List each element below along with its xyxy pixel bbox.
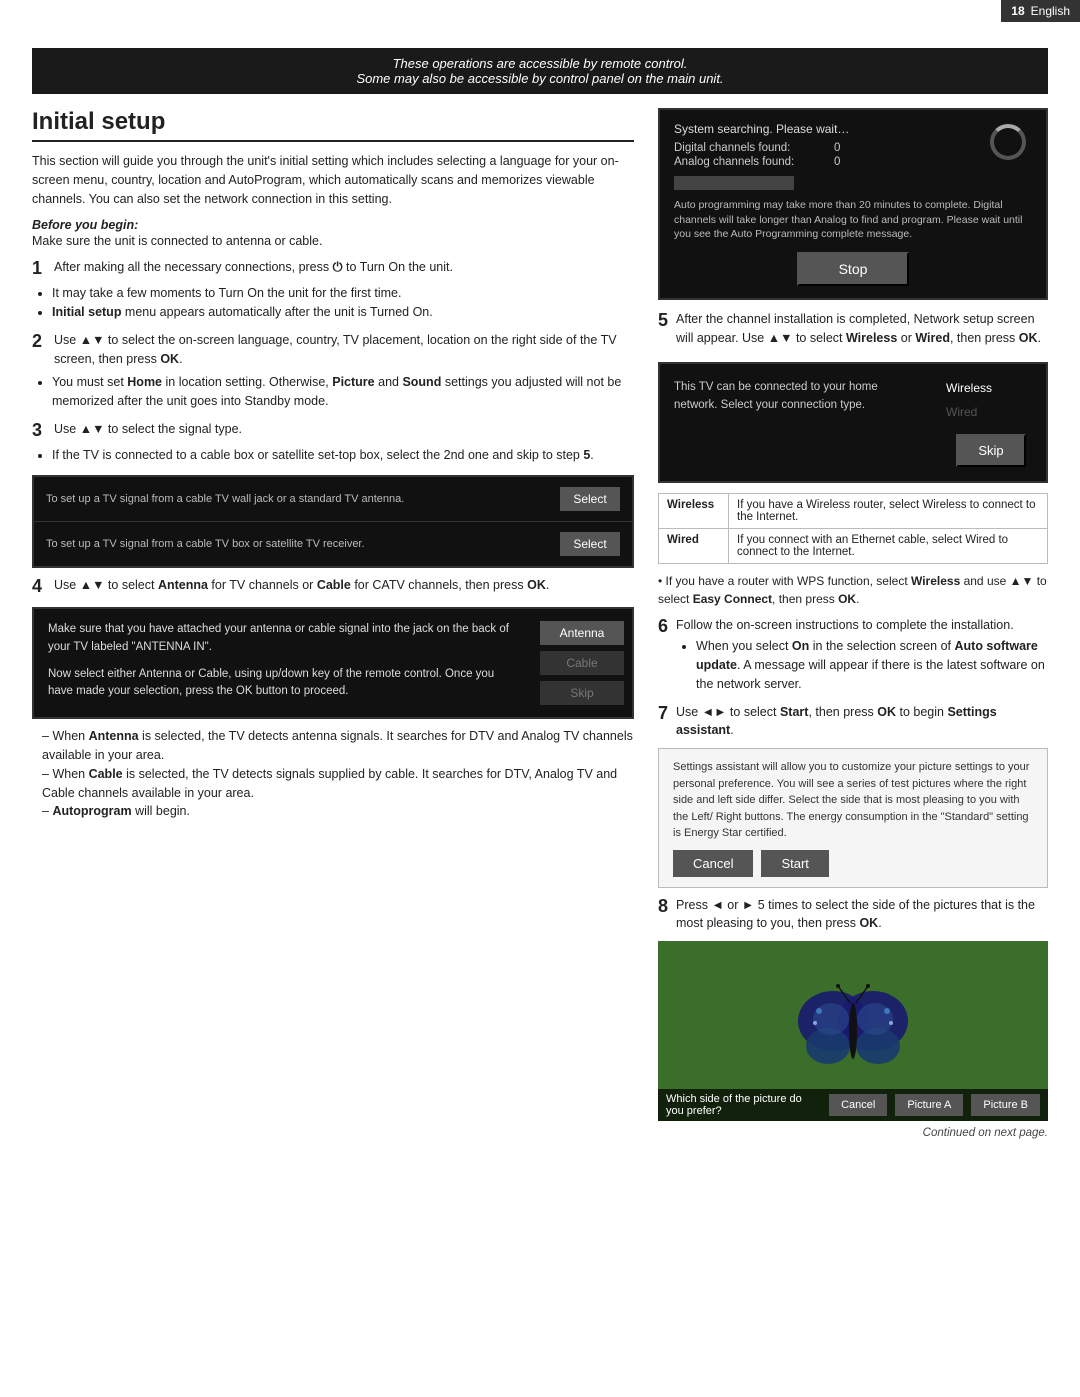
settings-screen-desc: Settings assistant will allow you to cus… xyxy=(673,761,1029,839)
page-number: 18 xyxy=(1011,4,1024,18)
stop-button[interactable]: Stop xyxy=(797,252,910,286)
settings-assistant-screen: Settings assistant will allow you to cus… xyxy=(658,748,1048,888)
network-screen-left: This TV can be connected to your home ne… xyxy=(660,364,936,481)
step-2: 2 Use ▲▼ to select the on-screen languag… xyxy=(32,331,634,410)
continued-text: Continued on next page. xyxy=(658,1127,1048,1139)
step-6-bullet-1: When you select On in the selection scre… xyxy=(696,637,1048,693)
step-7: 7 Use ◄► to select Start, then press OK … xyxy=(658,703,1048,741)
step-2-bullets: You must set Home in location setting. O… xyxy=(52,373,634,411)
antenna-button[interactable]: Antenna xyxy=(540,621,624,645)
antenna-cable-text1: Make sure that you have attached your an… xyxy=(48,621,518,656)
table-row-wired: Wired If you connect with an Ethernet ca… xyxy=(659,528,1048,563)
signal-row1-text: To set up a TV signal from a cable TV wa… xyxy=(46,493,552,505)
wired-label: Wired xyxy=(659,528,729,563)
step-8: 8 Press ◄ or ► 5 times to select the sid… xyxy=(658,896,1048,934)
antenna-cable-screen: Make sure that you have attached your an… xyxy=(32,607,634,719)
step-5-text: After the channel installation is comple… xyxy=(676,310,1048,348)
signal-select-1-button[interactable]: Select xyxy=(560,487,620,511)
wps-note: • If you have a router with WPS function… xyxy=(658,572,1048,608)
step-2-bullet-1: You must set Home in location setting. O… xyxy=(52,373,634,411)
page-title: Initial setup xyxy=(32,108,634,142)
step-5: 5 After the channel installation is comp… xyxy=(658,310,1048,356)
wired-option[interactable]: Wired xyxy=(946,402,1036,422)
remote-notice: These operations are accessible by remot… xyxy=(32,48,1048,94)
picture-cancel-button[interactable]: Cancel xyxy=(829,1094,887,1116)
which-side-text: Which side of the picture do you prefer? xyxy=(666,1093,821,1117)
settings-start-button[interactable]: Start xyxy=(761,850,828,877)
analog-label: Analog channels found: xyxy=(674,156,834,168)
network-skip-button[interactable]: Skip xyxy=(956,434,1025,467)
step-6: 6 Follow the on-screen instructions to c… xyxy=(658,616,1048,697)
step-1-bullet-2: Initial setup menu appears automatically… xyxy=(52,303,634,322)
step-3-bullet-1: If the TV is connected to a cable box or… xyxy=(52,446,634,465)
step-6-text: Follow the on-screen instructions to com… xyxy=(676,618,1014,632)
cable-button[interactable]: Cable xyxy=(540,651,624,675)
ww-table: Wireless If you have a Wireless router, … xyxy=(658,493,1048,564)
butterfly-icon xyxy=(793,981,913,1081)
dash-item-2: When Cable is selected, the TV detects s… xyxy=(42,765,634,803)
step-1-num: 1 xyxy=(32,258,48,280)
settings-cancel-button[interactable]: Cancel xyxy=(673,850,753,877)
antenna-cable-text2: Now select either Antenna or Cable, usin… xyxy=(48,666,518,701)
step-4-text: Use ▲▼ to select Antenna for TV channels… xyxy=(54,576,549,595)
table-row-wireless: Wireless If you have a Wireless router, … xyxy=(659,493,1048,528)
dash-list: When Antenna is selected, the TV detects… xyxy=(42,727,634,821)
left-column: Initial setup This section will guide yo… xyxy=(32,108,634,1139)
step-1-bullets: It may take a few moments to Turn On the… xyxy=(52,284,634,322)
dash-item-autoprogram: Autoprogram will begin. xyxy=(42,802,634,821)
network-screen: This TV can be connected to your home ne… xyxy=(658,362,1048,483)
step-8-num: 8 xyxy=(658,896,668,917)
remote-notice-line2: Some may also be accessible by control p… xyxy=(48,71,1032,86)
signal-select-2-button[interactable]: Select xyxy=(560,532,620,556)
which-side-bar: Which side of the picture do you prefer?… xyxy=(658,1089,1048,1121)
wireless-label: Wireless xyxy=(659,493,729,528)
digital-val: 0 xyxy=(834,142,840,154)
step-4-num: 4 xyxy=(32,576,48,598)
header-bar: 18 English xyxy=(1001,0,1080,22)
step-4: 4 Use ▲▼ to select Antenna for TV channe… xyxy=(32,576,634,598)
step-5-num: 5 xyxy=(658,310,668,331)
scan-desc: Auto programming may take more than 20 m… xyxy=(674,198,1032,242)
step-1: 1 After making all the necessary connect… xyxy=(32,258,634,321)
before-begin-text: Make sure the unit is connected to anten… xyxy=(32,234,634,248)
right-column: System searching. Please wait… Digital c… xyxy=(658,108,1048,1139)
antenna-cable-left: Make sure that you have attached your an… xyxy=(34,609,532,717)
step-1-bullet-1: It may take a few moments to Turn On the… xyxy=(52,284,634,303)
analog-val: 0 xyxy=(834,156,840,168)
language-label: English xyxy=(1031,4,1070,18)
progress-bar xyxy=(674,176,794,190)
step-8-text: Press ◄ or ► 5 times to select the side … xyxy=(676,896,1048,934)
signal-row2-text: To set up a TV signal from a cable TV bo… xyxy=(46,538,552,550)
step-6-num: 6 xyxy=(658,616,668,637)
step-3-num: 3 xyxy=(32,420,48,442)
wired-desc: If you connect with an Ethernet cable, s… xyxy=(729,528,1048,563)
intro-text: This section will guide you through the … xyxy=(32,152,634,208)
scan-screen: System searching. Please wait… Digital c… xyxy=(658,108,1048,300)
step-2-num: 2 xyxy=(32,331,48,353)
step-1-text: After making all the necessary connectio… xyxy=(54,258,453,277)
step-3-bullets: If the TV is connected to a cable box or… xyxy=(52,446,634,465)
network-screen-right: Wireless Wired Skip xyxy=(936,364,1046,481)
step-7-text: Use ◄► to select Start, then press OK to… xyxy=(676,703,1048,741)
step-2-text: Use ▲▼ to select the on-screen language,… xyxy=(54,331,634,369)
picture-a-button[interactable]: Picture A xyxy=(895,1094,963,1116)
scan-screen-title: System searching. Please wait… xyxy=(674,122,1032,136)
signal-type-screen: To set up a TV signal from a cable TV wa… xyxy=(32,475,634,568)
settings-btn-row: Cancel Start xyxy=(673,850,1033,877)
wireless-option[interactable]: Wireless xyxy=(946,378,1036,398)
wireless-desc: If you have a Wireless router, select Wi… xyxy=(729,493,1048,528)
dash-item-1: When Antenna is selected, the TV detects… xyxy=(42,727,634,765)
digital-label: Digital channels found: xyxy=(674,142,834,154)
picture-b-button[interactable]: Picture B xyxy=(971,1094,1040,1116)
step-3-text: Use ▲▼ to select the signal type. xyxy=(54,420,242,439)
before-begin-label: Before you begin: xyxy=(32,218,634,232)
butterfly-image: Which side of the picture do you prefer?… xyxy=(658,941,1048,1121)
skip-button[interactable]: Skip xyxy=(540,681,624,705)
step-3: 3 Use ▲▼ to select the signal type. If t… xyxy=(32,420,634,464)
antenna-cable-options: Antenna Cable Skip xyxy=(532,609,632,717)
remote-notice-line1: These operations are accessible by remot… xyxy=(48,56,1032,71)
loading-circle xyxy=(990,124,1026,160)
step-6-bullets: When you select On in the selection scre… xyxy=(696,637,1048,693)
step-7-num: 7 xyxy=(658,703,668,724)
